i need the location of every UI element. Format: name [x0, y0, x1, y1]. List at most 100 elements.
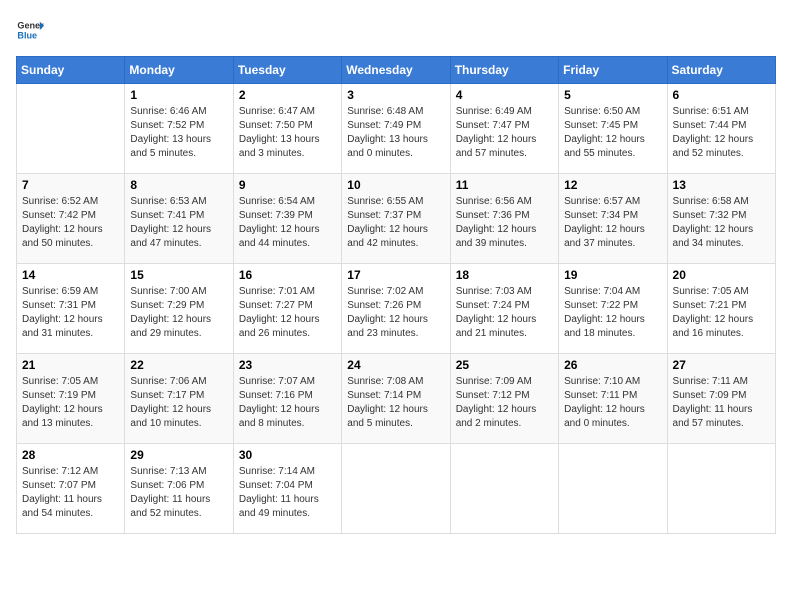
calendar-cell: [450, 444, 558, 534]
cell-info: Sunrise: 6:56 AMSunset: 7:36 PMDaylight:…: [456, 195, 553, 251]
calendar-cell: 22 Sunrise: 7:06 AMSunset: 7:17 PMDayligh…: [125, 354, 233, 444]
cell-info: Sunrise: 6:53 AMSunset: 7:41 PMDaylight:…: [130, 195, 227, 251]
calendar-cell: 3 Sunrise: 6:48 AMSunset: 7:49 PMDaylight…: [342, 84, 450, 174]
day-number: 25: [456, 358, 553, 372]
calendar-cell: 21 Sunrise: 7:05 AMSunset: 7:19 PMDayligh…: [17, 354, 125, 444]
day-number: 24: [347, 358, 444, 372]
calendar-cell: 4 Sunrise: 6:49 AMSunset: 7:47 PMDaylight…: [450, 84, 558, 174]
day-number: 12: [564, 178, 661, 192]
day-number: 26: [564, 358, 661, 372]
day-number: 17: [347, 268, 444, 282]
cell-info: Sunrise: 6:51 AMSunset: 7:44 PMDaylight:…: [673, 105, 770, 161]
day-number: 6: [673, 88, 770, 102]
cell-info: Sunrise: 7:12 AMSunset: 7:07 PMDaylight:…: [22, 465, 119, 521]
calendar-cell: 28 Sunrise: 7:12 AMSunset: 7:07 PMDayligh…: [17, 444, 125, 534]
day-number: 10: [347, 178, 444, 192]
logo-icon: General Blue: [16, 16, 44, 44]
calendar-week-3: 14 Sunrise: 6:59 AMSunset: 7:31 PMDayligh…: [17, 264, 776, 354]
calendar-week-1: 1 Sunrise: 6:46 AMSunset: 7:52 PMDaylight…: [17, 84, 776, 174]
calendar-cell: 6 Sunrise: 6:51 AMSunset: 7:44 PMDaylight…: [667, 84, 775, 174]
calendar-cell: 2Sunrise: 6:47 AMSunset: 7:50 PMDaylight…: [233, 84, 341, 174]
day-number: 16: [239, 268, 336, 282]
calendar-cell: 24 Sunrise: 7:08 AMSunset: 7:14 PMDayligh…: [342, 354, 450, 444]
calendar-cell: 29 Sunrise: 7:13 AMSunset: 7:06 PMDayligh…: [125, 444, 233, 534]
cell-info: Sunrise: 7:06 AMSunset: 7:17 PMDaylight:…: [130, 375, 227, 431]
cell-info: Sunrise: 7:13 AMSunset: 7:06 PMDaylight:…: [130, 465, 227, 521]
header: General Blue: [16, 16, 776, 44]
cell-info: Sunrise: 7:03 AMSunset: 7:24 PMDaylight:…: [456, 285, 553, 341]
cell-info: Sunrise: 6:59 AMSunset: 7:31 PMDaylight:…: [22, 285, 119, 341]
day-number: 28: [22, 448, 119, 462]
day-number: 3: [347, 88, 444, 102]
cell-info: Sunrise: 6:49 AMSunset: 7:47 PMDaylight:…: [456, 105, 553, 161]
calendar-cell: 20Sunrise: 7:05 AMSunset: 7:21 PMDayligh…: [667, 264, 775, 354]
day-number: 1: [130, 88, 227, 102]
day-number: 9: [239, 178, 336, 192]
calendar-cell: 5Sunrise: 6:50 AMSunset: 7:45 PMDaylight…: [559, 84, 667, 174]
cell-info: Sunrise: 6:52 AMSunset: 7:42 PMDaylight:…: [22, 195, 119, 251]
cell-info: Sunrise: 6:55 AMSunset: 7:37 PMDaylight:…: [347, 195, 444, 251]
day-number: 29: [130, 448, 227, 462]
cell-info: Sunrise: 6:50 AMSunset: 7:45 PMDaylight:…: [564, 105, 661, 161]
calendar-cell: [667, 444, 775, 534]
logo: General Blue: [16, 16, 44, 44]
svg-text:Blue: Blue: [17, 30, 37, 40]
day-number: 19: [564, 268, 661, 282]
day-header-friday: Friday: [559, 57, 667, 84]
calendar-cell: 19Sunrise: 7:04 AMSunset: 7:22 PMDayligh…: [559, 264, 667, 354]
calendar-cell: [342, 444, 450, 534]
day-number: 18: [456, 268, 553, 282]
calendar-cell: [17, 84, 125, 174]
calendar-cell: 23Sunrise: 7:07 AMSunset: 7:16 PMDayligh…: [233, 354, 341, 444]
calendar-cell: 8 Sunrise: 6:53 AMSunset: 7:41 PMDaylight…: [125, 174, 233, 264]
day-number: 11: [456, 178, 553, 192]
cell-info: Sunrise: 6:57 AMSunset: 7:34 PMDaylight:…: [564, 195, 661, 251]
calendar-cell: 15 Sunrise: 7:00 AMSunset: 7:29 PMDayligh…: [125, 264, 233, 354]
day-header-monday: Monday: [125, 57, 233, 84]
cell-info: Sunrise: 7:11 AMSunset: 7:09 PMDaylight:…: [673, 375, 770, 431]
day-number: 22: [130, 358, 227, 372]
day-number: 8: [130, 178, 227, 192]
cell-info: Sunrise: 7:08 AMSunset: 7:14 PMDaylight:…: [347, 375, 444, 431]
day-number: 15: [130, 268, 227, 282]
day-header-saturday: Saturday: [667, 57, 775, 84]
day-header-sunday: Sunday: [17, 57, 125, 84]
cell-info: Sunrise: 7:10 AMSunset: 7:11 PMDaylight:…: [564, 375, 661, 431]
cell-info: Sunrise: 7:09 AMSunset: 7:12 PMDaylight:…: [456, 375, 553, 431]
calendar-cell: 30 Sunrise: 7:14 AMSunset: 7:04 PMDayligh…: [233, 444, 341, 534]
calendar-cell: 10 Sunrise: 6:55 AMSunset: 7:37 PMDayligh…: [342, 174, 450, 264]
cell-info: Sunrise: 6:46 AMSunset: 7:52 PMDaylight:…: [130, 105, 227, 161]
day-header-thursday: Thursday: [450, 57, 558, 84]
calendar-cell: 27 Sunrise: 7:11 AMSunset: 7:09 PMDayligh…: [667, 354, 775, 444]
calendar-cell: 18 Sunrise: 7:03 AMSunset: 7:24 PMDayligh…: [450, 264, 558, 354]
cell-info: Sunrise: 6:58 AMSunset: 7:32 PMDaylight:…: [673, 195, 770, 251]
day-number: 2: [239, 88, 336, 102]
calendar-cell: 17Sunrise: 7:02 AMSunset: 7:26 PMDayligh…: [342, 264, 450, 354]
calendar-table: SundayMondayTuesdayWednesdayThursdayFrid…: [16, 56, 776, 534]
calendar-cell: 12 Sunrise: 6:57 AMSunset: 7:34 PMDayligh…: [559, 174, 667, 264]
cell-info: Sunrise: 7:05 AMSunset: 7:19 PMDaylight:…: [22, 375, 119, 431]
day-number: 21: [22, 358, 119, 372]
day-number: 20: [673, 268, 770, 282]
day-number: 14: [22, 268, 119, 282]
calendar-week-4: 21 Sunrise: 7:05 AMSunset: 7:19 PMDayligh…: [17, 354, 776, 444]
calendar-cell: 13 Sunrise: 6:58 AMSunset: 7:32 PMDayligh…: [667, 174, 775, 264]
calendar-cell: 7Sunrise: 6:52 AMSunset: 7:42 PMDaylight…: [17, 174, 125, 264]
days-header-row: SundayMondayTuesdayWednesdayThursdayFrid…: [17, 57, 776, 84]
calendar-week-5: 28 Sunrise: 7:12 AMSunset: 7:07 PMDayligh…: [17, 444, 776, 534]
calendar-cell: 11 Sunrise: 6:56 AMSunset: 7:36 PMDayligh…: [450, 174, 558, 264]
calendar-cell: 1 Sunrise: 6:46 AMSunset: 7:52 PMDaylight…: [125, 84, 233, 174]
day-number: 27: [673, 358, 770, 372]
cell-info: Sunrise: 7:01 AMSunset: 7:27 PMDaylight:…: [239, 285, 336, 341]
day-number: 13: [673, 178, 770, 192]
day-number: 30: [239, 448, 336, 462]
day-header-wednesday: Wednesday: [342, 57, 450, 84]
day-number: 23: [239, 358, 336, 372]
cell-info: Sunrise: 7:14 AMSunset: 7:04 PMDaylight:…: [239, 465, 336, 521]
cell-info: Sunrise: 6:48 AMSunset: 7:49 PMDaylight:…: [347, 105, 444, 161]
calendar-cell: 25 Sunrise: 7:09 AMSunset: 7:12 PMDayligh…: [450, 354, 558, 444]
day-number: 4: [456, 88, 553, 102]
calendar-cell: [559, 444, 667, 534]
cell-info: Sunrise: 7:00 AMSunset: 7:29 PMDaylight:…: [130, 285, 227, 341]
calendar-cell: 26 Sunrise: 7:10 AMSunset: 7:11 PMDayligh…: [559, 354, 667, 444]
